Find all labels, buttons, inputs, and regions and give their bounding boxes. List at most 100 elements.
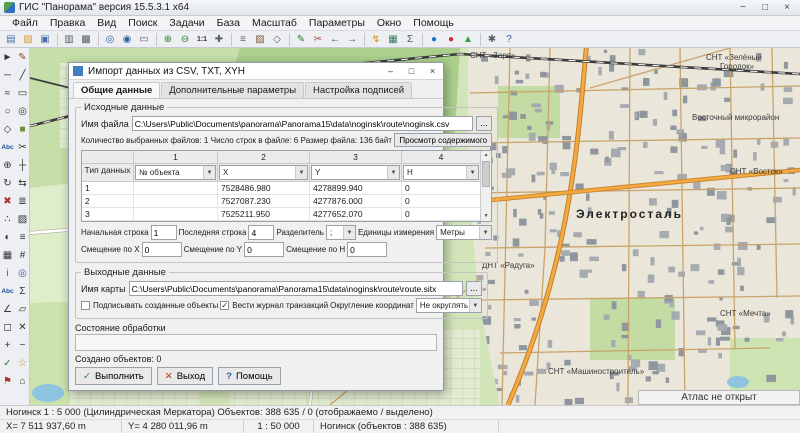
circle-tool-icon[interactable]: ○ [0, 102, 15, 120]
menu-item[interactable]: Помощь [407, 17, 460, 29]
window-maximize-button[interactable]: □ [754, 0, 776, 15]
pan-icon[interactable]: ✚ [211, 32, 227, 47]
layers-tool-icon[interactable]: ≡ [15, 228, 30, 246]
save-icon[interactable]: ▣ [37, 32, 53, 47]
table-row[interactable]: 27527087.2304277876.0000 [82, 195, 480, 208]
menu-item[interactable]: Задачи [163, 17, 210, 29]
marker-red-icon[interactable]: ● [443, 32, 459, 47]
menu-item[interactable]: Окно [371, 17, 407, 29]
zoom-in-icon[interactable]: ⊕ [160, 32, 176, 47]
scroll-up-icon[interactable]: ▲ [481, 151, 491, 160]
menu-item[interactable]: Файл [6, 17, 44, 29]
menu-item[interactable]: Масштаб [246, 17, 303, 29]
eraser-tool-icon[interactable]: ◻ [0, 318, 15, 336]
redo-icon[interactable]: → [344, 32, 360, 47]
hatch-tool-icon[interactable]: ▨ [15, 210, 30, 228]
contrast-tool-icon[interactable]: ◐ [0, 228, 15, 246]
nodes-tool-icon[interactable]: ∴ [0, 210, 15, 228]
minus-tool-icon[interactable]: − [15, 336, 30, 354]
map-composition-icon[interactable]: ▨ [252, 32, 268, 47]
delete-tool-icon[interactable]: ✖ [0, 192, 15, 210]
output-browse-button[interactable]: ... [466, 281, 482, 296]
ellipse-tool-icon[interactable]: ◎ [15, 102, 30, 120]
tab-general-data[interactable]: Общие данные [73, 82, 160, 98]
polyline-tool-icon[interactable]: ╱ [15, 66, 30, 84]
run-button[interactable]: ✓ Выполнить [75, 367, 152, 385]
table-row[interactable]: 37525211.9504277652.0700 [82, 208, 480, 221]
measure-tool-icon[interactable]: ≣ [15, 192, 30, 210]
units-select[interactable]: Метры▼ [436, 225, 492, 240]
close-tool-icon[interactable]: ✕ [15, 318, 30, 336]
select-frame-icon[interactable]: ▭ [136, 32, 152, 47]
scale-1-1-icon[interactable]: 1:1 [194, 32, 210, 47]
undo-icon[interactable]: ← [327, 32, 343, 47]
dialog-titlebar[interactable]: Импорт данных из CSV, TXT, XYH – □ × [69, 63, 443, 80]
field-select-2[interactable]: X▼ [219, 165, 308, 180]
curve-tool-icon[interactable]: ≈ [0, 84, 15, 102]
menu-item[interactable]: Поиск [122, 17, 163, 29]
start-line-input[interactable] [151, 225, 177, 240]
help-button[interactable]: ? Помощь [218, 367, 281, 385]
rotate-tool-icon[interactable]: ↻ [0, 174, 15, 192]
mirror-tool-icon[interactable]: ⇆ [15, 174, 30, 192]
exit-button[interactable]: ✕ Выход [157, 367, 213, 385]
search-object-icon[interactable]: ◉ [119, 32, 135, 47]
marker-green-icon[interactable]: ▲ [460, 32, 476, 47]
move-tool-icon[interactable]: ┼ [15, 156, 30, 174]
check-tool-icon[interactable]: ✓ [0, 354, 15, 372]
settings-icon[interactable]: ✱ [484, 32, 500, 47]
window-minimize-button[interactable]: − [732, 0, 754, 15]
cut-tool-icon[interactable]: ✂ [15, 138, 30, 156]
help-icon[interactable]: ? [501, 32, 517, 47]
status-scale[interactable]: 1 : 50 000 [244, 420, 314, 433]
grid-tool-icon[interactable]: ▦ [0, 246, 15, 264]
text-tool-icon[interactable]: Abc [0, 138, 15, 156]
delimiter-select[interactable]: ;▼ [326, 225, 356, 240]
flag-tool-icon[interactable]: ⚑ [0, 372, 15, 390]
field-select-1[interactable]: № объекта▼ [135, 165, 216, 180]
source-file-input[interactable] [132, 116, 473, 131]
table-scrollbar[interactable]: ▲ ▼ [480, 151, 491, 221]
zoom-out-icon[interactable]: ⊖ [177, 32, 193, 47]
fill-tool-icon[interactable]: ■ [15, 120, 30, 138]
field-select-4[interactable]: H▼ [403, 165, 479, 180]
new-document-icon[interactable]: ▤ [3, 32, 19, 47]
open-folder-icon[interactable]: ▧ [20, 32, 36, 47]
menu-item[interactable]: Параметры [303, 17, 371, 29]
field-select-3[interactable]: Y▼ [311, 165, 400, 180]
offset-h-input[interactable] [347, 242, 387, 257]
scroll-down-icon[interactable]: ▼ [481, 212, 491, 221]
marker-blue-icon[interactable]: ● [426, 32, 442, 47]
database-icon[interactable]: ▦ [385, 32, 401, 47]
window-close-button[interactable]: × [776, 0, 798, 15]
star-tool-icon[interactable]: ☆ [15, 354, 30, 372]
menu-item[interactable]: Правка [44, 17, 91, 29]
home-tool-icon[interactable]: ⌂ [15, 372, 30, 390]
rect-tool-icon[interactable]: ▭ [15, 84, 30, 102]
page-preview-icon[interactable]: ▩ [78, 32, 94, 47]
table-row[interactable]: 17528486.9804278899.9400 [82, 182, 480, 195]
sign-objects-checkbox[interactable]: Подписывать созданные объекты [81, 301, 218, 310]
select-tool-icon[interactable]: ► [0, 48, 15, 66]
scrollbar-thumb[interactable] [482, 161, 490, 187]
angle-tool-icon[interactable]: ∠ [0, 300, 15, 318]
menu-item[interactable]: База [211, 17, 246, 29]
object-list-icon[interactable]: ◇ [269, 32, 285, 47]
offset-y-input[interactable] [244, 242, 284, 257]
tab-label-settings[interactable]: Настройка подписей [305, 82, 412, 98]
info-tool-icon[interactable]: i [0, 264, 15, 282]
polygon-tool-icon[interactable]: ◇ [0, 120, 15, 138]
search-tool-icon[interactable]: ◎ [15, 264, 30, 282]
source-browse-button[interactable]: ... [476, 116, 492, 131]
print-icon[interactable]: ▥ [61, 32, 77, 47]
sum-tool-icon[interactable]: Σ [15, 282, 30, 300]
dialog-minimize-button[interactable]: – [380, 63, 401, 79]
menu-item[interactable]: Вид [91, 17, 122, 29]
search-icon[interactable]: ◎ [102, 32, 118, 47]
tab-additional-params[interactable]: Дополнительные параметры [161, 82, 304, 98]
area-tool-icon[interactable]: ▱ [15, 300, 30, 318]
layers-icon[interactable]: ≡ [235, 32, 251, 47]
calc-icon[interactable]: Σ [402, 32, 418, 47]
offset-x-input[interactable] [142, 242, 182, 257]
end-line-input[interactable] [248, 225, 274, 240]
